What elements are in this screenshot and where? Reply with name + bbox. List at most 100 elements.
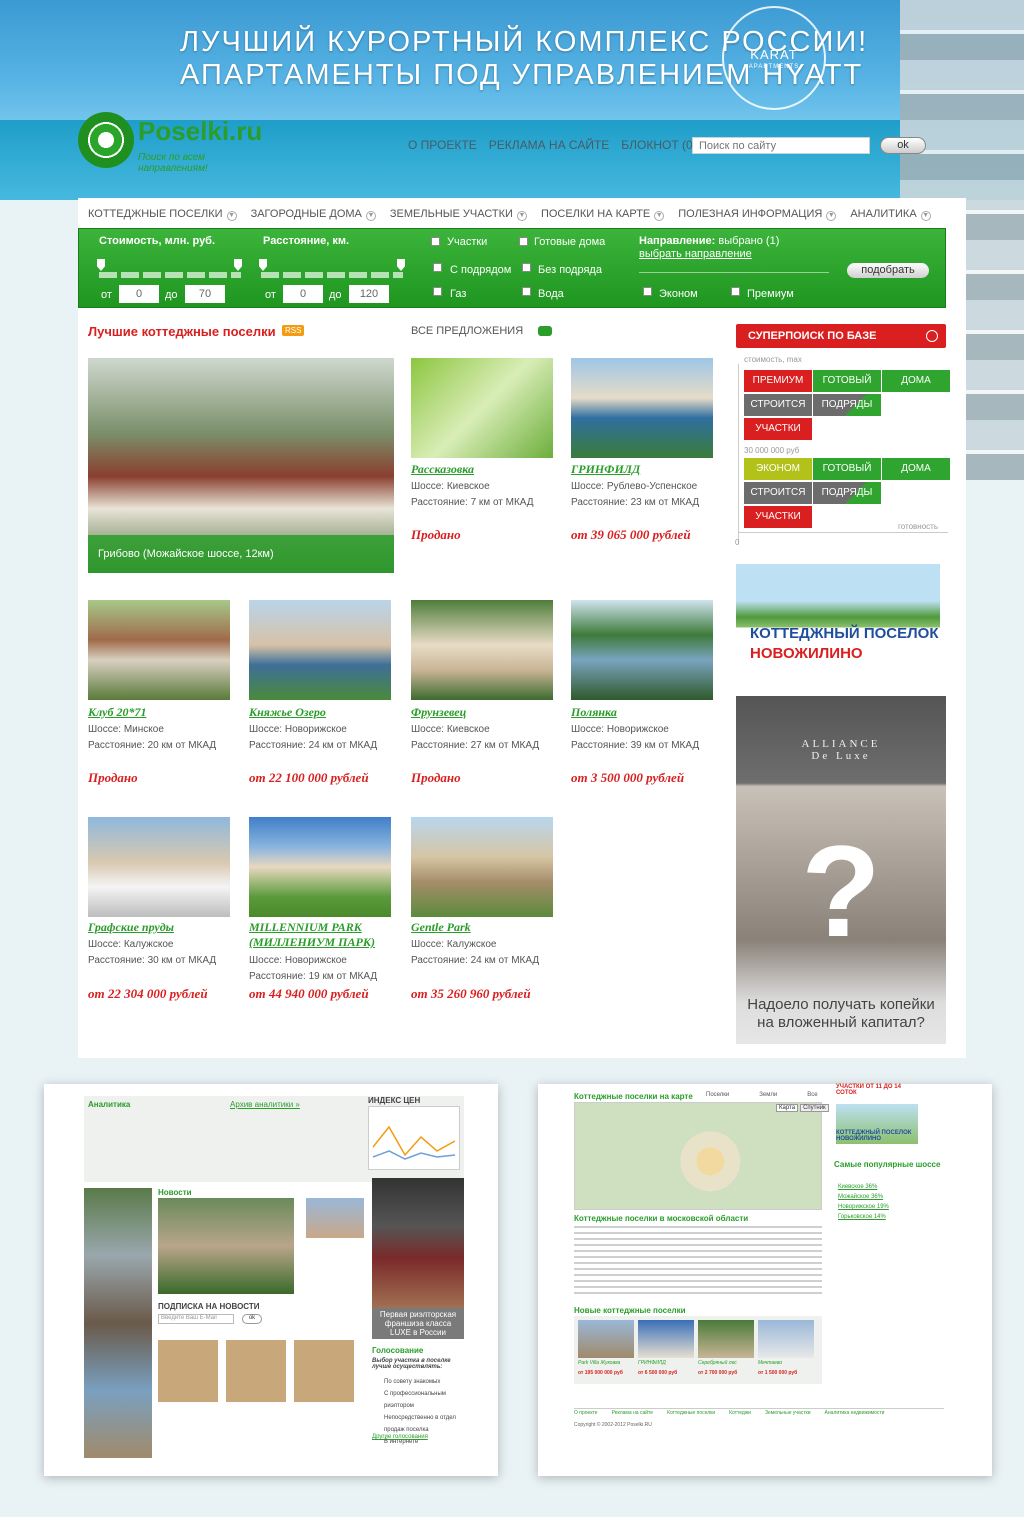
ready-tag[interactable]: ГОТОВЫЙ [813, 458, 881, 480]
side-ad-top[interactable]: УЧАСТКИ ОТ 11 ДО 14 СОТОК [836, 1084, 918, 1096]
village-price: от 39 065 000 рублей [571, 527, 691, 542]
ad-alliance-brand: ALLIANCE De Luxe [801, 738, 881, 762]
village-name-link[interactable]: Рассказовка [411, 462, 474, 477]
price-from-input[interactable]: 0 [119, 285, 159, 303]
site-search-input[interactable] [692, 137, 870, 154]
premium-checkbox[interactable] [731, 287, 740, 296]
plots-checkbox[interactable] [431, 237, 440, 246]
new-village-thumb[interactable] [758, 1320, 814, 1358]
village-thumb[interactable] [411, 600, 553, 700]
dist-to-input[interactable]: 120 [349, 285, 389, 303]
village-info: Шоссе: Новорижское Расстояние: 19 км от М… [249, 955, 378, 982]
ready-houses-checkbox[interactable] [519, 237, 528, 246]
preview-map-page: Коттеджные поселки на карте Поселки Земли… [538, 1084, 992, 1476]
houses-tag[interactable]: ДОМА [882, 370, 950, 392]
analytics-archive-link[interactable]: Архив аналитики » [230, 1100, 300, 1109]
arrow-right-icon[interactable] [538, 326, 552, 336]
distance-slider[interactable] [261, 272, 403, 278]
dist-from-input[interactable]: 0 [283, 285, 323, 303]
price-slider-min-handle[interactable] [97, 259, 105, 271]
with-contract-checkbox[interactable] [433, 263, 442, 272]
village-name-link[interactable]: Фрунзевец [411, 705, 466, 720]
village-thumb[interactable] [249, 600, 391, 700]
village-name-link[interactable]: Княжье Озеро [249, 705, 326, 720]
ready-tag[interactable]: ГОТОВЫЙ [813, 370, 881, 392]
building-tag[interactable]: СТРОИТСЯ [744, 482, 812, 504]
premium-tag[interactable]: ПРЕМИУМ [744, 370, 812, 392]
price-slider-max-handle[interactable] [234, 259, 242, 271]
nav-about[interactable]: О ПРОЕКТЕ [408, 138, 477, 152]
contracts-tag[interactable]: ПОДРЯДЫ [813, 394, 881, 416]
new-village-thumb[interactable] [638, 1320, 694, 1358]
category-navigation: КОТТЕДЖНЫЕ ПОСЕЛКИ ▼ ЗАГОРОДНЫЕ ДОМА ▼ ЗЕМ… [88, 208, 931, 221]
distance-slider-max-handle[interactable] [397, 259, 405, 271]
filter-panel: Стоимость, млн. руб. Расстояние, км. от … [78, 228, 946, 308]
village-thumb[interactable] [411, 358, 553, 458]
village-thumb[interactable] [88, 817, 230, 917]
chevron-down-icon: ▼ [365, 211, 376, 221]
nav-advertising[interactable]: РЕКЛАМА НА САЙТЕ [489, 138, 610, 152]
footer-divider [574, 1408, 944, 1409]
village-thumb[interactable] [571, 600, 713, 700]
village-thumb[interactable] [249, 817, 391, 917]
other-votes-link[interactable]: Другие голосования [372, 1434, 428, 1440]
about-title: Коттеджные поселки в московской области [574, 1214, 749, 1223]
water-checkbox[interactable] [522, 287, 531, 296]
village-name-link[interactable]: Gentle Park [411, 920, 471, 935]
plots-tag[interactable]: УЧАСТКИ [744, 506, 812, 528]
subscribe-email-input[interactable]: Введите Ваш E-Mail [158, 1314, 234, 1324]
houses-tag[interactable]: ДОМА [882, 458, 950, 480]
choose-direction-link[interactable]: выбрать направление [639, 248, 752, 260]
plots-label: Участки [447, 236, 488, 248]
village-name-link[interactable]: Клуб 20*71 [88, 705, 146, 720]
economy-tag[interactable]: ЭКОНОМ [744, 458, 812, 480]
popular-highways-list[interactable]: Киевское 36% Можайское 36% Новорижское 1… [838, 1182, 889, 1222]
price-to-input[interactable]: 70 [185, 285, 225, 303]
villages-map[interactable] [574, 1102, 822, 1210]
village-name-link[interactable]: Полянка [571, 705, 617, 720]
ad-novozhilino[interactable]: КОТТЕДЖНЫЙ ПОСЕЛОК НОВОЖИЛИНО [736, 564, 940, 670]
pick-button[interactable]: подобрать [847, 263, 929, 278]
plots-tag[interactable]: УЧАСТКИ [744, 418, 812, 440]
all-offers-link[interactable]: ВСЕ ПРЕДЛОЖЕНИЯ [411, 325, 523, 337]
no-contract-checkbox[interactable] [522, 263, 531, 272]
map-legend[interactable]: Поселки Земли Все [706, 1092, 818, 1098]
village-name-link[interactable]: Графские пруды [88, 920, 174, 935]
new-village-names[interactable]: Park Villa Жуковка ГРИНФИЛД Серебряный лес… [578, 1360, 818, 1366]
village-name-link[interactable]: ГРИНФИЛД [571, 462, 640, 477]
ad-alliance[interactable]: ALLIANCE De Luxe ? Надоело получать копе… [736, 696, 946, 1044]
superpoisk-header[interactable]: СУПЕРПОИСК ПО БАЗЕ [736, 324, 946, 348]
building-tag[interactable]: СТРОИТСЯ [744, 394, 812, 416]
direction-row: Направление: выбрано (1) [639, 235, 779, 247]
chevron-down-icon: ▼ [826, 211, 837, 221]
price-slider[interactable] [99, 272, 241, 278]
footer-links[interactable]: О проекте Реклама на сайте Коттеджные посе… [574, 1410, 884, 1416]
contracts-tag[interactable]: ПОДРЯДЫ [813, 482, 881, 504]
village-name-link[interactable]: MILLENNIUM PARK (МИЛЛЕНИУМ ПАРК) [249, 920, 389, 950]
cat-map[interactable]: ПОСЕЛКИ НА КАРТЕ ▼ [541, 208, 665, 221]
cat-land-plots[interactable]: ЗЕМЕЛЬНЫЕ УЧАСТКИ ▼ [390, 208, 527, 221]
news-main-photo[interactable] [158, 1198, 294, 1294]
cat-useful-info[interactable]: ПОЛЕЗНАЯ ИНФОРМАЦИЯ ▼ [678, 208, 837, 221]
cat-cottage-villages[interactable]: КОТТЕДЖНЫЕ ПОСЕЛКИ ▼ [88, 208, 237, 221]
cat-analytics[interactable]: АНАЛИТИКА ▼ [850, 208, 931, 221]
new-village-thumb[interactable] [578, 1320, 634, 1358]
cat-country-houses[interactable]: ЗАГОРОДНЫЕ ДОМА ▼ [251, 208, 376, 221]
news-photo-row[interactable] [158, 1340, 358, 1402]
search-ok-button[interactable]: ok [880, 137, 926, 154]
village-thumb[interactable] [88, 600, 230, 700]
village-thumb[interactable] [571, 358, 713, 458]
map-tabs[interactable]: Карта Спутник [776, 1104, 829, 1112]
new-village-thumb[interactable] [698, 1320, 754, 1358]
site-logo[interactable]: Poselki.ru Поиск по всем направлениям! [78, 112, 262, 174]
subscribe-ok-button[interactable]: ok [242, 1314, 262, 1324]
economy-checkbox[interactable] [643, 287, 652, 296]
news-thumbnails[interactable] [84, 1188, 152, 1458]
featured-village-caption[interactable]: Грибово (Можайское шоссе, 12км) [88, 535, 394, 573]
rss-badge[interactable]: RSS [282, 325, 305, 336]
distance-slider-min-handle[interactable] [259, 259, 267, 271]
nav-notebook[interactable]: БЛОКНОТ (0) [621, 138, 696, 152]
village-thumb[interactable] [411, 817, 553, 917]
gas-checkbox[interactable] [433, 287, 442, 296]
news-side-photo[interactable] [306, 1198, 364, 1238]
